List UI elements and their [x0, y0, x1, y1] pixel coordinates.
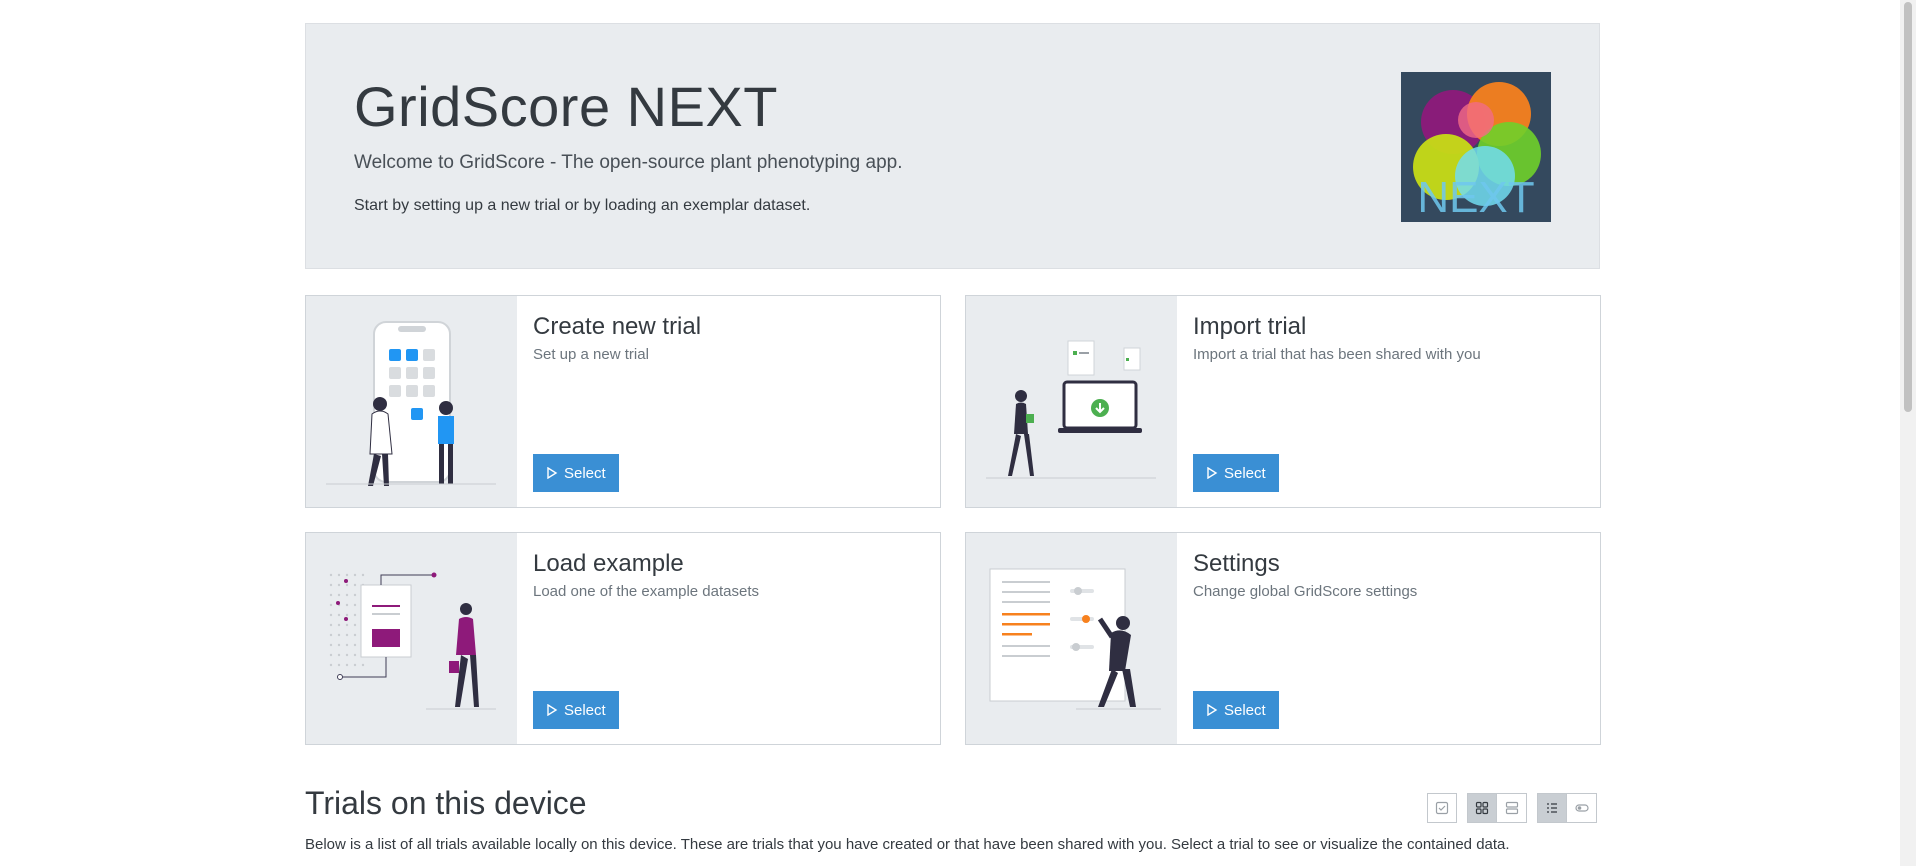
page: GridScore NEXT Welcome to GridScore - Th…	[0, 0, 1916, 866]
select-toggle-group	[1427, 793, 1457, 823]
card-subtitle: Set up a new trial	[533, 346, 649, 363]
scrollbar-thumb[interactable]	[1904, 2, 1912, 412]
card-title: Create new trial	[533, 313, 702, 340]
card-settings: Settings Change global GridScore setting…	[965, 532, 1601, 745]
detail-toggle-group	[1537, 793, 1597, 823]
settings-select-button[interactable]: Select	[1193, 691, 1279, 729]
play-icon	[1207, 704, 1218, 716]
card-subtitle: Load one of the example datasets	[533, 583, 759, 600]
play-icon	[547, 467, 558, 479]
logo-next-text: NEXT	[1417, 173, 1534, 222]
welcome-jumbotron: GridScore NEXT Welcome to GridScore - Th…	[305, 23, 1600, 269]
checkbox-select-icon	[1435, 801, 1449, 815]
welcome-lead: Welcome to GridScore - The open-source p…	[354, 152, 903, 173]
load-example-select-button[interactable]: Select	[533, 691, 619, 729]
create-trial-select-button[interactable]: Select	[533, 454, 619, 492]
gridscore-logo: NEXT	[1401, 72, 1551, 222]
compact-toggle-button[interactable]	[1567, 793, 1597, 823]
welcome-text: Start by setting up a new trial or by lo…	[354, 197, 811, 214]
card-title: Load example	[533, 550, 684, 577]
load-example-illustration	[306, 533, 517, 744]
button-label: Select	[564, 701, 606, 719]
card-subtitle: Change global GridScore settings	[1193, 583, 1418, 600]
row-view-button[interactable]	[1497, 793, 1527, 823]
button-label: Select	[564, 464, 606, 482]
button-label: Select	[1224, 701, 1266, 719]
grid-view-button[interactable]	[1467, 793, 1497, 823]
card-import-trial: Import trial Import a trial that has bee…	[965, 295, 1601, 508]
import-trial-illustration	[966, 296, 1177, 507]
list-details-icon	[1547, 803, 1557, 813]
button-label: Select	[1224, 464, 1266, 482]
play-icon	[1207, 467, 1218, 479]
select-mode-button[interactable]	[1427, 793, 1457, 823]
card-title: Settings	[1193, 550, 1280, 577]
app-title: GridScore NEXT	[354, 75, 778, 138]
play-icon	[547, 704, 558, 716]
page-scrollbar[interactable]	[1900, 0, 1916, 866]
card-create-new-trial: Create new trial Set up a new trial Sele…	[305, 295, 941, 508]
import-trial-select-button[interactable]: Select	[1193, 454, 1279, 492]
row-view-icon	[1505, 801, 1518, 815]
list-details-button[interactable]	[1537, 793, 1567, 823]
grid-view-icon	[1475, 801, 1489, 815]
toggle-icon	[1574, 804, 1589, 812]
card-title: Import trial	[1193, 313, 1307, 340]
trials-description: Below is a list of all trials available …	[305, 836, 1510, 853]
trials-heading: Trials on this device	[305, 785, 587, 821]
settings-illustration	[966, 533, 1177, 744]
layout-toggle-group	[1467, 793, 1527, 823]
card-load-example: Load example Load one of the example dat…	[305, 532, 941, 745]
create-trial-illustration	[306, 296, 517, 507]
card-subtitle: Import a trial that has been shared with…	[1193, 346, 1481, 363]
